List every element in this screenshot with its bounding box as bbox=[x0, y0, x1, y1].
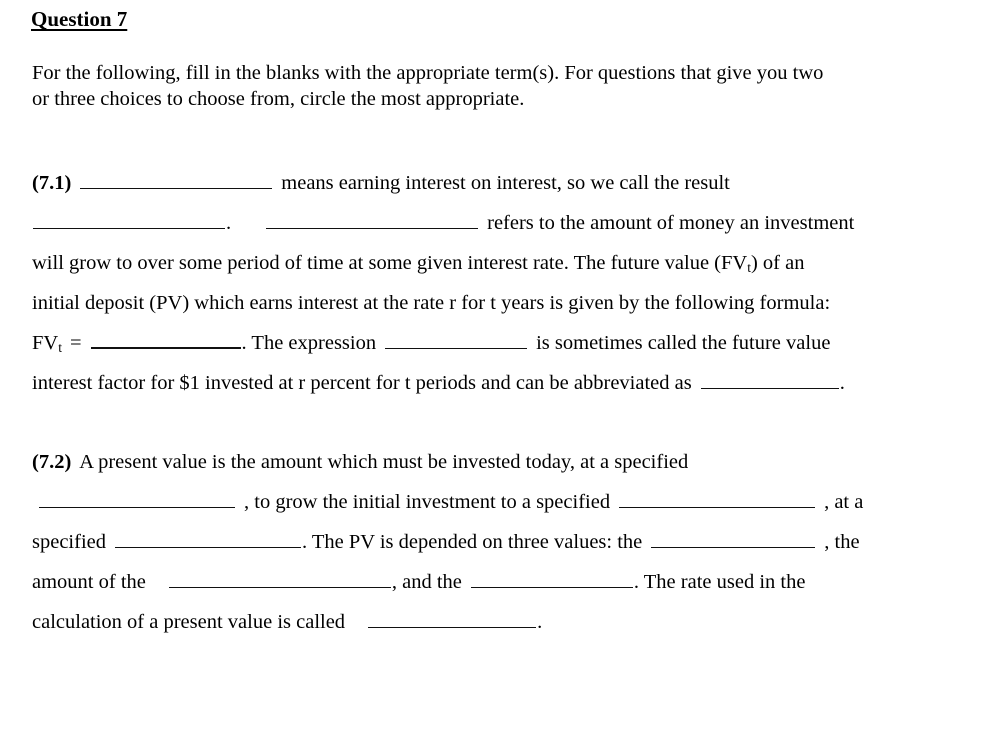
q71-line-2-period: . bbox=[226, 212, 232, 234]
blank-field-13[interactable] bbox=[368, 608, 537, 628]
blank-field-11[interactable] bbox=[168, 568, 391, 588]
q71-line-4-text: initial deposit (PV) which earns interes… bbox=[32, 292, 831, 314]
q71-line-1-text: means earning interest on interest, so w… bbox=[281, 172, 730, 194]
instructions-line-2: or three choices to choose from, circle … bbox=[32, 88, 525, 110]
q72-line-1: (7.2) A present value is the amount which… bbox=[32, 447, 932, 487]
blank-field-2[interactable] bbox=[33, 209, 225, 229]
blank-field-9[interactable] bbox=[115, 528, 301, 548]
fv-symbol: FV bbox=[32, 332, 59, 354]
question-7-1-block: (7.1) means earning interest on interest,… bbox=[32, 168, 932, 408]
q72-line-3: specified . The PV is depended on three v… bbox=[32, 527, 932, 567]
page-title: Question 7 bbox=[31, 7, 128, 31]
q71-line-4: initial deposit (PV) which earns interes… bbox=[32, 288, 932, 328]
q72-line-4-start: amount of the bbox=[32, 571, 146, 593]
blank-field-5[interactable] bbox=[385, 329, 528, 349]
q72-line-4: amount of the , and the . The rate used in… bbox=[32, 567, 932, 607]
q72-line-3-mid: . The PV is depended on three values: th… bbox=[302, 531, 643, 553]
blank-field-7[interactable] bbox=[39, 488, 235, 508]
q71-line-5-mid: . The expression bbox=[241, 332, 377, 354]
q71-line-6-text: interest factor for $1 invested at r per… bbox=[32, 372, 692, 394]
equals-sign: = bbox=[69, 332, 82, 354]
q72-line-4-end: . The rate used in the bbox=[633, 571, 806, 593]
q71-line-5: FVt = . The expression is sometimes called … bbox=[32, 328, 932, 368]
blank-field-4[interactable] bbox=[90, 328, 241, 349]
q71-line-3-text-end: ) of an bbox=[750, 252, 805, 274]
blank-field-3[interactable] bbox=[266, 209, 479, 229]
q72-line-5-period: . bbox=[537, 611, 543, 633]
q71-line-2: . refers to the amount of money an invest… bbox=[32, 208, 932, 248]
blank-field-1[interactable] bbox=[80, 169, 273, 189]
q71-number-label: (7.1) bbox=[32, 172, 72, 194]
instructions-line-1: For the following, fill in the blanks wi… bbox=[32, 62, 824, 84]
q72-line-1-text: A present value is the amount which must… bbox=[79, 451, 689, 473]
instructions-paragraph: For the following, fill in the blanks wi… bbox=[32, 60, 937, 112]
q71-line-2-text: refers to the amount of money an investm… bbox=[487, 212, 855, 234]
q72-line-5: calculation of a present value is called… bbox=[32, 607, 932, 647]
q71-line-5-end: is sometimes called the future value bbox=[536, 332, 831, 354]
blank-field-6[interactable] bbox=[700, 369, 839, 389]
q71-line-3: will grow to over some period of time at… bbox=[32, 248, 932, 288]
q71-line-6: interest factor for $1 invested at r per… bbox=[32, 368, 932, 408]
q71-line-1: (7.1) means earning interest on interest,… bbox=[32, 168, 932, 208]
q72-line-5-start: calculation of a present value is called bbox=[32, 611, 346, 633]
q72-line-3-end: , the bbox=[824, 531, 860, 553]
q72-line-2-end: , at a bbox=[824, 491, 864, 513]
q72-line-2: , to grow the initial investment to a sp… bbox=[32, 487, 932, 527]
q71-line-6-period: . bbox=[839, 372, 845, 394]
q72-number-label: (7.2) bbox=[32, 451, 72, 473]
q72-line-4-mid: , and the bbox=[391, 571, 462, 593]
q72-line-3-start: specified bbox=[32, 531, 106, 553]
blank-field-10[interactable] bbox=[651, 528, 816, 548]
blank-field-8[interactable] bbox=[619, 488, 816, 508]
fv-subscript-t: t bbox=[58, 339, 62, 355]
worksheet-page: Question 7 For the following, fill in th… bbox=[0, 0, 1004, 740]
q72-line-2-mid: , to grow the initial investment to a sp… bbox=[244, 491, 611, 513]
question-7-2-block: (7.2) A present value is the amount which… bbox=[32, 447, 932, 647]
q71-line-3-text: will grow to over some period of time at… bbox=[32, 252, 748, 274]
blank-field-12[interactable] bbox=[470, 568, 633, 588]
